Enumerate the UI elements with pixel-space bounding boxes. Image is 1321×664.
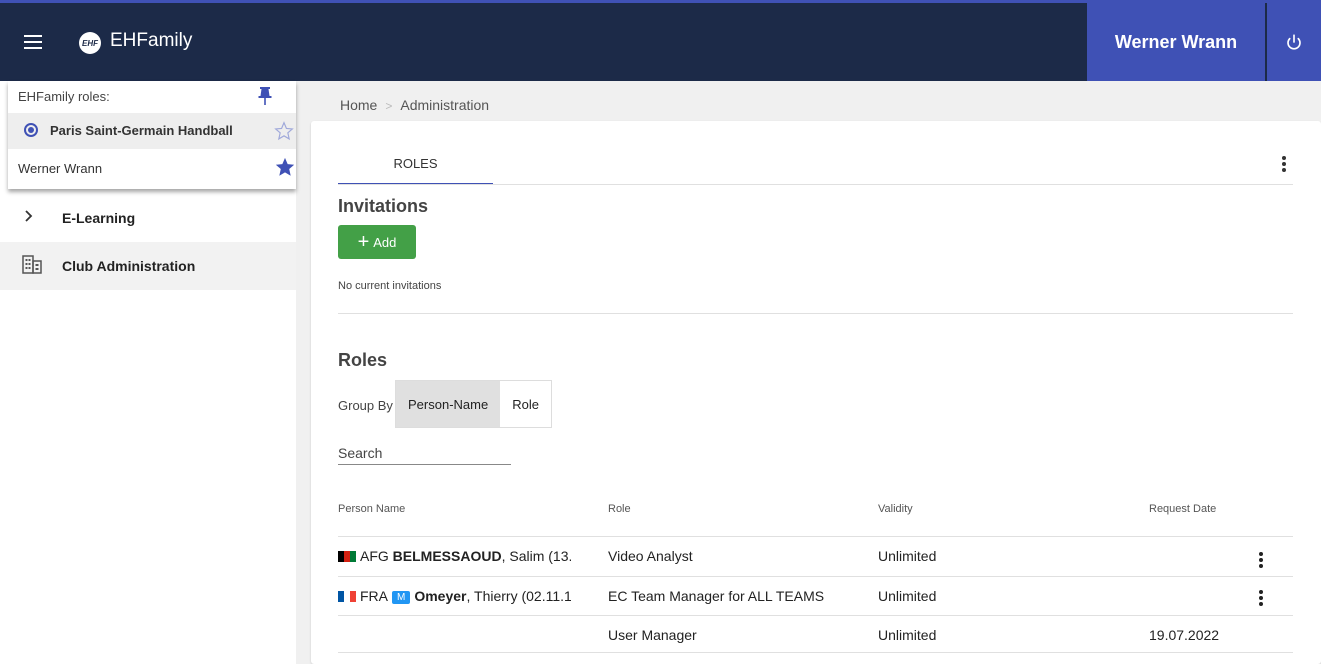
column-header-request-date[interactable]: Request Date [1149, 503, 1216, 515]
sidebar-item-label: Club Administration [62, 258, 196, 274]
row-divider [338, 615, 1293, 616]
plus-icon: + [357, 231, 370, 253]
column-header-person-name[interactable]: Person Name [338, 503, 405, 515]
building-icon [22, 254, 42, 279]
group-by-person-name[interactable]: Person-Name [396, 381, 501, 427]
no-invitations-text: No current invitations [338, 280, 442, 292]
column-header-role[interactable]: Role [608, 503, 631, 515]
breadcrumb: Home > Administration [340, 97, 489, 113]
row-more-options-button[interactable] [1258, 589, 1264, 612]
pin-icon[interactable] [258, 87, 272, 110]
hamburger-icon [24, 35, 42, 49]
header-divider [338, 536, 1293, 537]
roles-heading: Roles [338, 350, 388, 370]
row-divider [338, 576, 1293, 577]
person-details: , Salim (13.07.1972) [501, 548, 571, 564]
person-surname: Omeyer [414, 588, 467, 604]
table-cell-role: User Manager [608, 627, 697, 643]
add-invitation-button[interactable]: + Add [338, 225, 416, 259]
role-switcher-title: EHFamily roles: [18, 89, 110, 104]
power-icon [1287, 34, 1301, 50]
ehf-logo: EHF [79, 32, 101, 54]
star-outline-icon[interactable] [274, 121, 294, 146]
row-more-options-button[interactable] [1258, 551, 1264, 574]
add-button-label: Add [373, 234, 397, 250]
search-input[interactable] [338, 441, 511, 465]
nationality-code: AFG [360, 548, 389, 564]
table-row-person[interactable]: FRA MOmeyer, Thierry (02.11.1976) [338, 588, 571, 604]
table-cell-role: EC Team Manager for ALL TEAMS [608, 588, 825, 604]
sidebar-item-e-learning[interactable]: E-Learning [0, 194, 296, 242]
logout-button[interactable] [1267, 3, 1321, 81]
nationality-code: FRA [360, 588, 388, 604]
flag-france-icon [338, 591, 356, 602]
kebab-icon [1259, 552, 1263, 568]
role-option-psg[interactable]: Paris Saint-Germain Handball [8, 113, 296, 149]
group-by-label: Group By [338, 398, 393, 413]
table-cell-request-date: 19.07.2022 [1149, 627, 1220, 643]
top-bar: EHF EHFamily Werner Wrann [0, 3, 1321, 81]
tab-roles[interactable]: ROLES [338, 143, 493, 185]
kebab-icon [1282, 156, 1286, 172]
app-title: EHFamily [110, 30, 193, 51]
breadcrumb-current: Administration [400, 97, 490, 113]
table-cell-validity: Unlimited [878, 627, 937, 643]
section-divider [338, 313, 1293, 314]
flag-afghanistan-icon [338, 551, 356, 562]
table-row-person[interactable]: AFG BELMESSAOUD, Salim (13.07.1972) [338, 548, 571, 564]
role-option-werner-wrann[interactable]: Werner Wrann [18, 161, 102, 176]
card-more-options-button[interactable] [1281, 155, 1287, 178]
table-cell-validity: Unlimited [878, 588, 937, 604]
role-radio-selected[interactable] [24, 123, 38, 137]
hamburger-menu-button[interactable] [18, 29, 48, 55]
kebab-icon [1259, 590, 1263, 606]
group-by-role[interactable]: Role [500, 381, 551, 427]
person-surname: BELMESSAOUD [392, 548, 502, 564]
star-filled-icon[interactable] [274, 156, 296, 183]
column-header-validity[interactable]: Validity [878, 503, 913, 515]
role-switcher-panel: EHFamily roles: Paris Saint-Germain Hand… [8, 81, 296, 189]
row-divider [338, 652, 1293, 653]
table-cell-role: Video Analyst [608, 548, 693, 564]
tab-divider [338, 184, 1293, 185]
table-cell-validity: Unlimited [878, 548, 937, 564]
group-by-toggle: Person-Name Role [395, 380, 552, 428]
person-details: , Thierry (02.11.1976) [466, 588, 572, 604]
chevron-right-icon [22, 209, 36, 228]
user-name-button[interactable]: Werner Wrann [1087, 3, 1265, 81]
invitations-heading: Invitations [338, 196, 429, 216]
sidebar-item-club-administration[interactable]: Club Administration [0, 242, 296, 290]
sidebar-item-label: E-Learning [62, 210, 136, 226]
member-badge: M [392, 591, 411, 604]
breadcrumb-home[interactable]: Home [340, 97, 377, 113]
role-option-label: Paris Saint-Germain Handball [50, 123, 233, 138]
administration-card: ROLES Invitations + Add No current invit… [311, 121, 1321, 664]
breadcrumb-separator: > [385, 99, 393, 113]
